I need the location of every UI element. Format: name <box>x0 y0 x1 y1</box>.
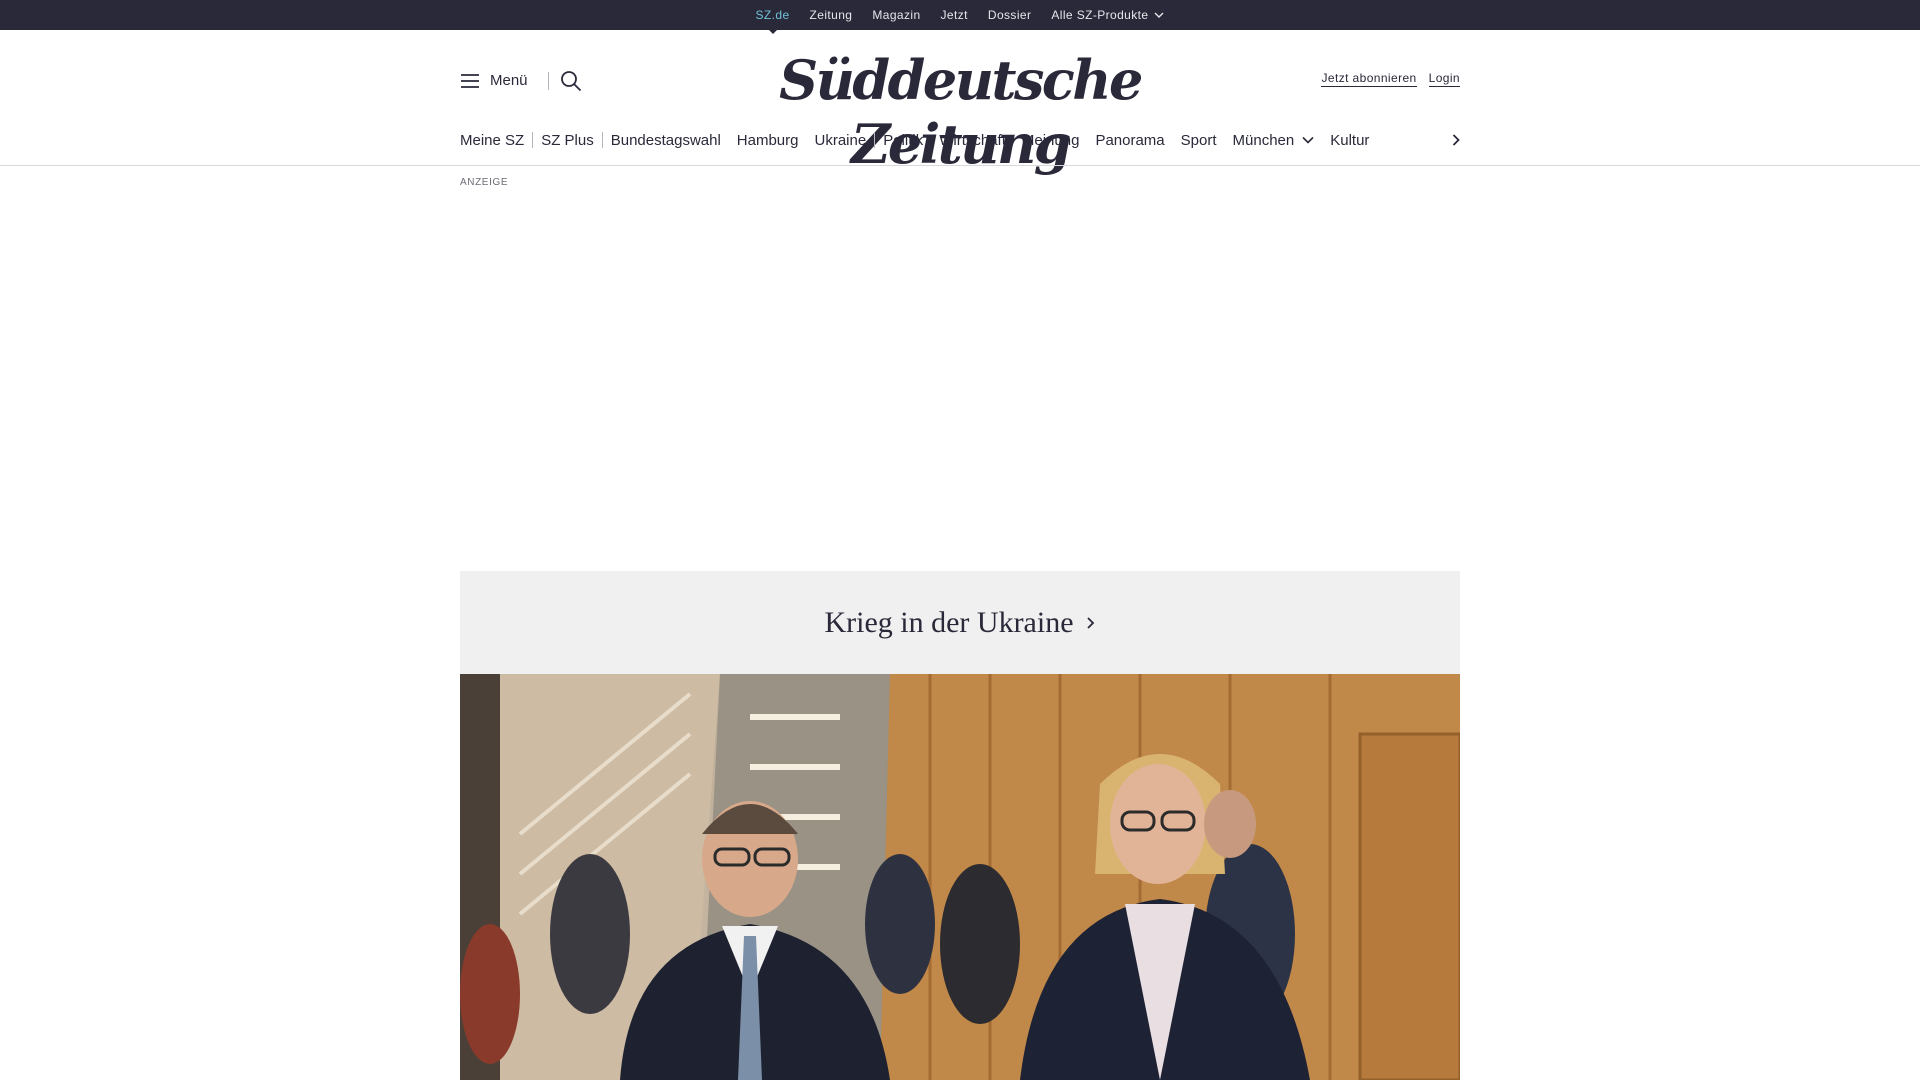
topic-title: Krieg in der Ukraine <box>824 605 1074 639</box>
product-link-zeitung[interactable]: Zeitung <box>810 8 853 22</box>
login-link[interactable]: Login <box>1428 71 1460 87</box>
chevron-down-icon <box>1302 136 1314 144</box>
all-products-label: Alle SZ-Produkte <box>1051 8 1149 22</box>
hamburger-icon <box>461 73 479 88</box>
menu-button[interactable]: Menü <box>460 72 528 89</box>
nav-item-wirtschaft[interactable]: Wirtschaft <box>931 132 1014 149</box>
nav-item-meinung[interactable]: Meinung <box>1014 132 1088 149</box>
chevron-right-icon <box>1452 134 1460 146</box>
nav-item-politik[interactable]: Politik <box>875 132 931 149</box>
topic-banner[interactable]: Krieg in der Ukraine <box>460 571 1460 674</box>
product-link-sz-de[interactable]: SZ.de <box>756 8 790 22</box>
chevron-down-icon <box>1154 12 1164 18</box>
nav-item-bundestagswahl[interactable]: Bundestagswahl <box>603 132 729 149</box>
search-button[interactable] <box>560 70 582 92</box>
header-divider <box>0 165 1920 166</box>
subscribe-link[interactable]: Jetzt abonnieren <box>1321 71 1417 87</box>
site-header: Menü Süddeutsche Zeitung Jetzt abonniere… <box>460 30 1460 176</box>
news-photo-icon <box>460 674 1460 1080</box>
section-navigation: Meine SZ SZ Plus Bundestagswahl Hamburg … <box>460 126 1460 154</box>
chevron-right-icon <box>1086 616 1094 629</box>
ad-label: ANZEIGE <box>460 177 509 188</box>
search-icon <box>561 71 582 92</box>
nav-item-meine-sz[interactable]: Meine SZ <box>460 132 532 149</box>
account-links: Jetzt abonnieren Login <box>1321 71 1460 87</box>
nav-scroll-right-button[interactable] <box>1420 126 1460 154</box>
nav-item-ukraine[interactable]: Ukraine <box>807 132 875 149</box>
hero-image[interactable] <box>460 674 1460 1080</box>
nav-item-kultur[interactable]: Kultur <box>1322 132 1377 149</box>
product-link-dossier[interactable]: Dossier <box>988 8 1031 22</box>
nav-item-sz-plus[interactable]: SZ Plus <box>533 132 602 149</box>
nav-item-hamburg[interactable]: Hamburg <box>729 132 807 149</box>
menu-label: Menü <box>490 72 528 89</box>
nav-item-muenchen-label: München <box>1232 131 1295 149</box>
divider <box>548 72 549 90</box>
all-products-dropdown[interactable]: Alle SZ-Produkte <box>1051 8 1164 22</box>
product-link-magazin[interactable]: Magazin <box>872 8 920 22</box>
product-bar: SZ.de Zeitung Magazin Jetzt Dossier Alle… <box>0 0 1920 30</box>
nav-item-muenchen[interactable]: München <box>1225 132 1323 149</box>
product-link-jetzt[interactable]: Jetzt <box>941 8 968 22</box>
nav-item-sport[interactable]: Sport <box>1173 132 1225 149</box>
site-logo[interactable]: Süddeutsche Zeitung <box>723 48 1197 176</box>
nav-item-panorama[interactable]: Panorama <box>1087 132 1172 149</box>
